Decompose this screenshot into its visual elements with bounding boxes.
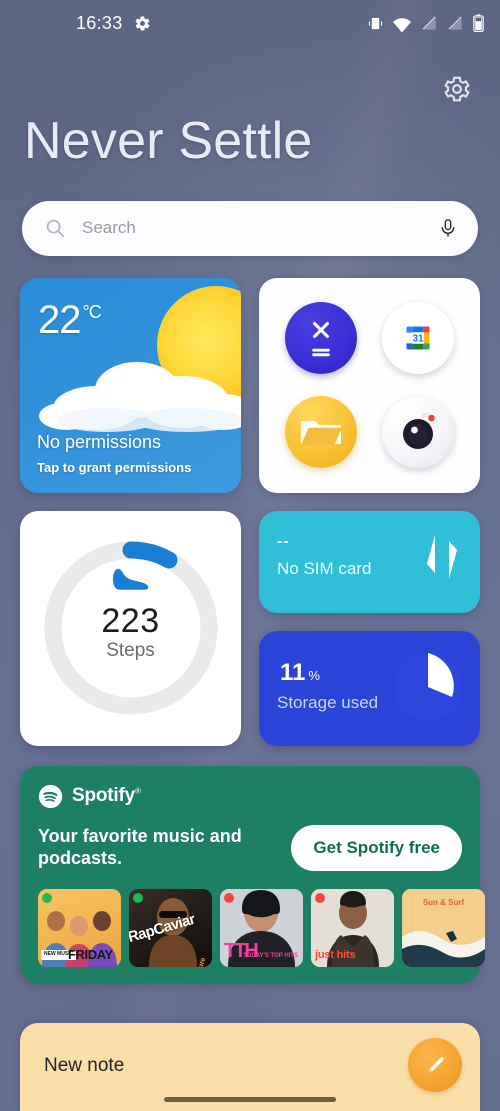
search-input[interactable]: Search	[82, 218, 438, 238]
app-files[interactable]	[285, 395, 358, 468]
storage-percent: 11%	[277, 659, 320, 687]
sim-label: No SIM card	[277, 558, 372, 578]
storage-widget[interactable]: 11% Storage used	[259, 630, 480, 746]
temperature-value: 22	[38, 297, 81, 342]
playlist-sub: TODAY'S TOP HITS	[243, 953, 298, 959]
gear-icon	[135, 16, 150, 30]
playlist-cover-sun-and-surf[interactable]: Sun & Surf	[402, 888, 485, 967]
storage-label: Storage used	[277, 692, 379, 712]
search-bar[interactable]: Search	[22, 200, 478, 256]
home-screen: 16:33 Never Settle Search 22 °C No permi…	[0, 0, 500, 1111]
status-bar-right	[368, 14, 484, 32]
battery-icon	[473, 14, 484, 32]
spotify-promo-row: Your favorite music and podcasts. Get Sp…	[38, 824, 462, 871]
spotify-logo-icon	[38, 784, 63, 808]
cloud-icon	[39, 361, 241, 432]
status-time: 16:33	[76, 12, 123, 33]
sim-widget[interactable]: -- No SIM card	[259, 510, 480, 613]
note-label: New note	[44, 1055, 125, 1076]
weather-action: Tap to grant permissions	[37, 459, 192, 475]
spotify-widget[interactable]: Spotify® Your favorite music and podcast…	[20, 765, 485, 983]
app-camera[interactable]	[381, 395, 454, 468]
steps-widget[interactable]: 223 Steps	[20, 510, 241, 746]
wifi-icon	[393, 17, 411, 32]
data-transfer-icon	[427, 534, 457, 579]
spotify-trademark: ®	[135, 786, 141, 796]
playlist-badge-icon	[315, 892, 325, 903]
svg-text:31: 31	[412, 334, 423, 345]
calculator-icon	[285, 302, 358, 375]
playlist-cover-todays-top-hits[interactable]: TTH TODAY'S TOP HITS	[220, 888, 303, 967]
folder-icon	[285, 395, 358, 468]
playlist-cover-new-music-friday[interactable]: NEW MUSIC FRIDAY	[38, 888, 121, 967]
steps-count: 223	[101, 601, 160, 640]
storage-unit: %	[308, 667, 320, 683]
playlist-badge-icon	[42, 892, 52, 903]
camera-icon	[381, 395, 454, 468]
page-title: Never Settle	[24, 112, 313, 170]
app-calendar[interactable]: 31	[381, 302, 454, 375]
playlist-cover-just-hits[interactable]: just hits	[311, 888, 394, 967]
signal-off-2-icon	[448, 16, 462, 30]
signal-off-icon	[422, 16, 436, 30]
sim-value: --	[277, 532, 290, 550]
temperature-unit: °C	[82, 302, 102, 323]
weather-temperature: 22 °C	[38, 297, 102, 343]
steps-label: Steps	[106, 639, 155, 661]
weather-widget[interactable]: 22 °C No permissions Tap to grant permiss…	[20, 277, 241, 493]
calendar-icon: 31	[381, 302, 454, 375]
shoe-icon	[112, 568, 148, 590]
widget-grid: 22 °C No permissions Tap to grant permiss…	[20, 277, 485, 983]
playlist-cover-rapcaviar[interactable]: RapCaviar ft. Future	[129, 888, 212, 967]
weather-status: No permissions	[37, 431, 162, 452]
spotify-tagline: Your favorite music and podcasts.	[38, 825, 242, 868]
app-calculator[interactable]	[285, 302, 358, 375]
status-bar-left: 16:33	[76, 13, 151, 34]
playlist-title: FRIDAY	[68, 946, 113, 962]
playlist-badge-icon	[133, 892, 143, 903]
settings-button[interactable]	[442, 74, 472, 104]
spotify-playlist-covers: NEW MUSIC FRIDAY RapCaviar ft. Future	[38, 888, 485, 967]
steps-readout: 223 Steps	[36, 602, 226, 662]
search-icon	[46, 219, 65, 238]
playlist-title: just hits	[315, 948, 356, 961]
pie-chart-icon	[394, 652, 462, 721]
microphone-icon[interactable]	[438, 217, 458, 239]
status-bar: 16:33	[0, 0, 500, 46]
new-note-button[interactable]	[408, 1038, 462, 1092]
playlist-badge-icon	[224, 892, 234, 903]
get-spotify-free-button[interactable]: Get Spotify free	[291, 824, 462, 871]
playlist-title: Sun & Surf	[422, 897, 465, 907]
right-widget-stack: -- No SIM card 11% Storage used	[259, 510, 480, 746]
app-folder-widget[interactable]: 31	[259, 277, 480, 493]
storage-value: 11	[280, 658, 306, 686]
home-indicator[interactable]	[164, 1097, 336, 1102]
vibrate-icon	[368, 17, 383, 29]
spotify-brand-name: Spotify®	[72, 785, 141, 807]
spotify-brand-row: Spotify®	[38, 784, 462, 809]
pencil-icon	[427, 1056, 445, 1074]
